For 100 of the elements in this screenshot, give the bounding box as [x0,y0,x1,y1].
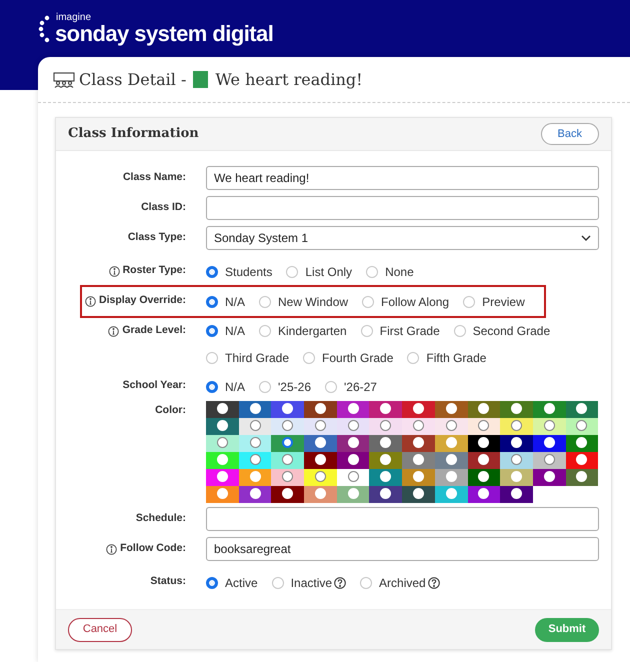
color-swatch[interactable] [402,469,435,486]
radio-button[interactable] [576,454,588,465]
color-swatch[interactable] [468,486,500,503]
radio-button[interactable] [348,454,359,465]
radio-button[interactable] [348,403,359,414]
color-swatch[interactable] [238,401,272,418]
radio-button[interactable] [206,324,218,336]
radio-button[interactable] [544,454,555,465]
radio-button[interactable] [544,420,555,431]
color-swatch[interactable] [369,418,402,435]
color-swatch[interactable] [532,401,566,418]
radio-button[interactable] [250,420,261,431]
color-swatch[interactable] [369,486,402,503]
radio-button[interactable] [511,437,522,448]
radio-button[interactable] [412,454,424,465]
color-swatch[interactable] [369,435,402,452]
radio-button[interactable] [362,296,374,308]
color-swatch[interactable] [271,486,304,503]
radio-button[interactable] [478,454,490,465]
color-swatch[interactable] [336,401,370,418]
radio-button[interactable] [282,488,294,499]
radio-button[interactable] [250,403,261,414]
radio-button[interactable] [576,471,588,482]
color-swatch[interactable] [402,486,435,503]
radio-button[interactable] [478,403,490,414]
radio-button[interactable] [250,437,261,448]
radio-button[interactable] [282,403,294,414]
color-swatch[interactable] [434,469,468,486]
text-field[interactable]: booksaregreat [206,537,599,561]
color-swatch[interactable] [304,469,337,486]
color-swatch[interactable] [206,452,239,469]
color-swatch[interactable] [304,401,337,418]
color-swatch[interactable] [566,435,598,452]
color-swatch[interactable] [500,401,533,418]
radio-button[interactable] [511,454,522,465]
radio-button[interactable] [544,437,555,448]
radio-button[interactable] [314,420,326,431]
radio-button[interactable] [380,437,392,448]
radio-button[interactable] [348,437,359,448]
radio-button[interactable] [206,352,218,364]
radio-button[interactable] [511,471,522,482]
color-swatch[interactable] [434,452,468,469]
radio-button[interactable] [206,296,218,308]
color-swatch[interactable] [402,452,435,469]
radio-button[interactable] [250,454,261,465]
color-swatch[interactable] [206,469,239,486]
help-icon[interactable] [428,576,440,588]
color-swatch[interactable] [206,486,239,503]
radio-button[interactable] [446,437,457,448]
radio-button[interactable] [314,488,326,499]
radio-button[interactable] [478,420,490,431]
color-swatch[interactable] [271,452,304,469]
back-button[interactable]: Back [540,123,599,145]
radio-button[interactable] [282,454,294,465]
radio-button[interactable] [216,488,228,499]
radio-button[interactable] [478,488,490,499]
help-icon[interactable] [334,576,346,588]
radio-button[interactable] [511,420,522,431]
radio-button[interactable] [325,380,337,392]
radio-button[interactable] [463,296,476,308]
color-swatch[interactable] [532,452,566,469]
radio-button[interactable] [282,471,294,482]
radio-button[interactable] [576,403,588,414]
color-swatch[interactable] [304,418,337,435]
radio-button[interactable] [407,352,420,364]
color-swatch[interactable] [304,486,337,503]
radio-button[interactable] [216,403,228,414]
color-swatch[interactable] [500,452,533,469]
radio-button[interactable] [360,324,373,336]
radio-button[interactable] [206,266,218,278]
radio-button[interactable] [412,488,424,499]
radio-button[interactable] [366,266,378,278]
radio-button[interactable] [259,296,272,308]
radio-button[interactable] [446,403,457,414]
color-swatch[interactable] [238,469,272,486]
radio-button[interactable] [446,420,457,431]
text-field[interactable]: We heart reading! [206,166,599,190]
radio-button[interactable] [446,488,457,499]
class-type-dropdown[interactable]: Sonday System 1 [206,226,599,250]
radio-button[interactable] [446,471,457,482]
radio-button[interactable] [412,437,424,448]
radio-button[interactable] [348,420,359,431]
color-swatch[interactable] [238,452,272,469]
radio-button[interactable] [250,488,261,499]
color-swatch[interactable] [271,469,304,486]
radio-button[interactable] [303,352,316,364]
radio-button[interactable] [360,576,372,588]
radio-button[interactable] [380,420,392,431]
radio-button[interactable] [454,324,466,336]
color-swatch[interactable] [532,469,566,486]
color-swatch[interactable] [468,435,500,452]
radio-button[interactable] [380,471,392,482]
color-swatch[interactable] [238,486,272,503]
color-swatch[interactable] [434,486,468,503]
color-swatch[interactable] [532,435,566,452]
color-swatch[interactable] [500,418,533,435]
radio-button[interactable] [259,324,272,336]
radio-button[interactable] [348,488,359,499]
radio-button[interactable] [282,420,294,431]
color-swatch[interactable] [566,418,598,435]
